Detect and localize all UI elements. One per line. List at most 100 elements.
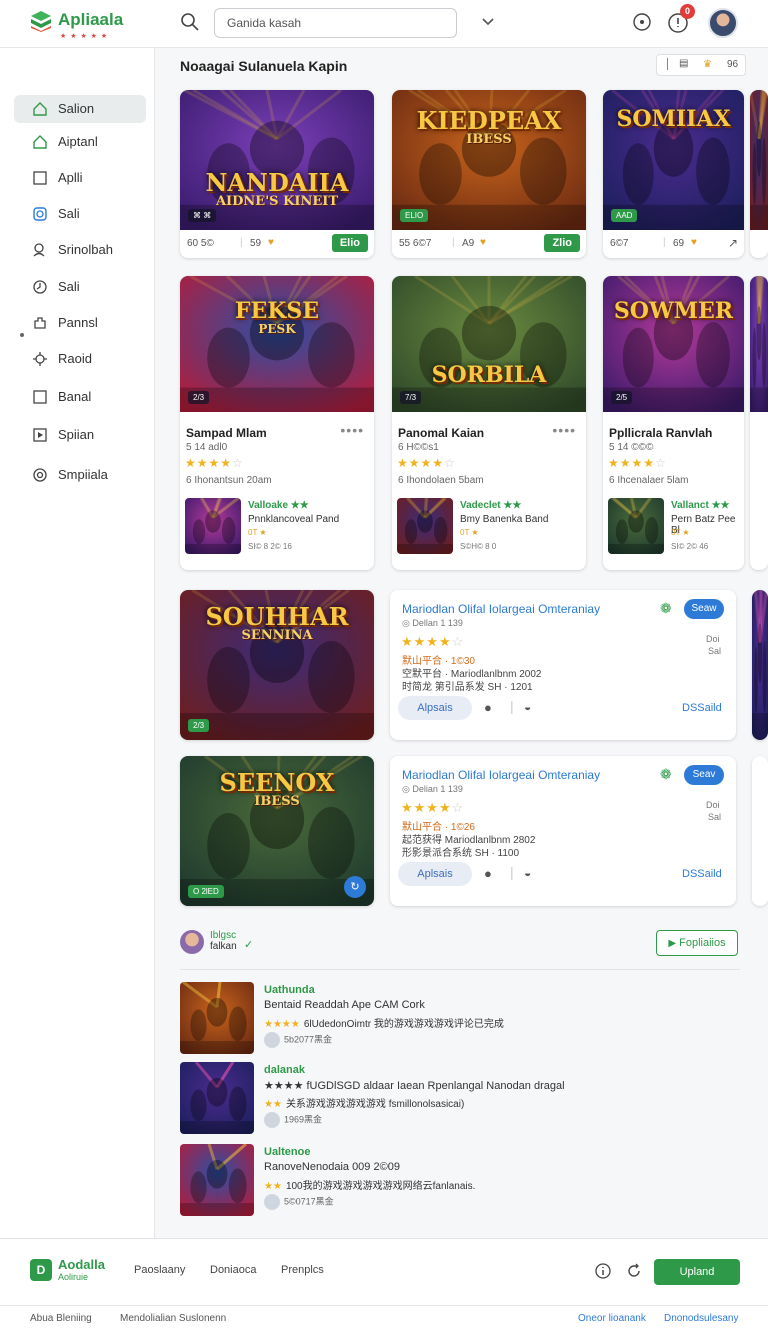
game-cover-image[interactable]: SOWMER 2/5	[603, 276, 744, 412]
sidebar-item-9[interactable]: Banal	[14, 383, 146, 411]
review-stars: ★★ 100我的游戏游戏游戏游戏网络云fanlanais.	[264, 1177, 475, 1192]
game-detail-card[interactable]: SORBILA 7/3 Panomal Kaian •••• 6 H©©s1 ★★★★☆ 6…	[392, 276, 586, 570]
sidebar-item-4[interactable]: Sali	[14, 200, 146, 228]
related-game-thumbnail[interactable]	[397, 498, 453, 554]
game-cover-image[interactable]: FEKSE PESK 2/3	[180, 276, 374, 412]
sidebar-item-1[interactable]: Salion	[14, 95, 146, 123]
comment-icon[interactable]: ●	[484, 700, 492, 715]
related-game-rating: 0T ★	[671, 528, 690, 537]
price-badge[interactable]: Elio	[331, 234, 368, 252]
sidebar-item-2[interactable]: Aiptanl	[14, 128, 146, 156]
details-link[interactable]: DSSaild	[682, 868, 722, 880]
game-cover-image[interactable]	[750, 276, 768, 412]
bottom-link-left-2[interactable]: Mendolialian Suslonenn	[120, 1313, 226, 1324]
save-button[interactable]: Seaw	[684, 599, 724, 619]
game-card-peek[interactable]	[750, 276, 768, 570]
details-link[interactable]: DSSaild	[682, 702, 722, 714]
bookmark-icon[interactable]: ↗	[728, 236, 738, 250]
game-cover-image[interactable]: SORBILA 7/3	[392, 276, 586, 412]
save-button[interactable]: Seav	[684, 765, 724, 785]
game-card[interactable]: NANDAIIA AIDNE'S KINEIT ⌘ ⌘ 60 5© | 59 ♥ Elio	[180, 90, 374, 258]
downloads-count: 60 5©	[187, 238, 214, 249]
comment-icon[interactable]: ●	[484, 866, 492, 881]
details-pill-button[interactable]: Aplsais	[398, 862, 472, 886]
sidebar-item-6[interactable]: Sali	[14, 273, 146, 301]
featured-game-card[interactable]: SEENOX IBESS O 2lED ↻	[180, 756, 374, 906]
reviewer-avatar[interactable]	[180, 930, 204, 954]
sidebar-item-3[interactable]: Aplli	[14, 164, 146, 192]
review-game-thumbnail[interactable]	[180, 1062, 254, 1134]
details-pill-button[interactable]: Alpsais	[398, 696, 472, 720]
featured-cover-image[interactable]: SOUHHAR SENNINA 2/3	[180, 590, 374, 740]
view-toggle-1-icon[interactable]: │	[665, 59, 671, 70]
footer-link-1[interactable]: Paoslaany	[134, 1264, 185, 1276]
review-game-thumbnail[interactable]	[180, 982, 254, 1054]
list-view-icon[interactable]: ▤	[679, 58, 688, 69]
like-icon: ♥	[268, 237, 274, 248]
game-cover-image[interactable]: NANDAIIA AIDNE'S KINEIT ⌘ ⌘	[180, 90, 374, 230]
detail-title[interactable]: Mariodlan Olifal Iolargeai Omteraniay	[402, 602, 600, 616]
game-card[interactable]: SOMIIAX AAD 6©7 | 69 ♥ ↗	[603, 90, 744, 258]
bottom-link-left-1[interactable]: Abua Bleniing	[30, 1313, 92, 1324]
bottom-link-right-1[interactable]: Oneor lioanank	[578, 1313, 646, 1324]
game-cover-image[interactable]: KIEDPEAX IBESS ELIO	[392, 90, 586, 230]
review-game-title[interactable]: Ualtenoe	[264, 1146, 310, 1158]
related-game-thumbnail[interactable]	[185, 498, 241, 554]
view-toggle-count[interactable]: 96	[727, 59, 738, 70]
related-game-thumbnail[interactable]	[608, 498, 664, 554]
game-detail-panel[interactable]: Mariodlan Olifal Iolargeai Omteraniay ◎ D…	[390, 590, 736, 740]
footer-brand[interactable]: Aodalla	[58, 1257, 105, 1272]
review-user-avatar[interactable]	[264, 1032, 280, 1048]
sidebar-item-5[interactable]: Srinolbah	[14, 236, 146, 264]
review-game-thumbnail[interactable]	[180, 1144, 254, 1216]
related-game-title[interactable]: Vallanct ★★	[671, 500, 730, 511]
sidebar-item-11[interactable]: Smpiiala	[14, 461, 146, 489]
detail-title[interactable]: Mariodlan Olifal Iolargeai Omteraniay	[402, 768, 600, 782]
help-icon[interactable]	[632, 12, 652, 32]
share-icon[interactable]: ◒	[524, 866, 531, 880]
more-options-icon[interactable]: ••••	[552, 422, 576, 438]
share-icon[interactable]: ◒	[524, 700, 531, 714]
user-avatar[interactable]	[708, 8, 738, 38]
game-card-peek[interactable]	[750, 90, 768, 258]
detail-card-peek[interactable]	[752, 756, 768, 906]
info-icon[interactable]	[595, 1263, 611, 1279]
review-game-title[interactable]: Uathunda	[264, 984, 315, 996]
game-title[interactable]: Panomal Kaian	[398, 426, 484, 440]
review-user-avatar[interactable]	[264, 1194, 280, 1210]
price-badge[interactable]: Zlio	[544, 234, 580, 252]
play-circle-icon[interactable]: ↻	[344, 876, 366, 898]
featured-game-card[interactable]: SOUHHAR SENNINA 2/3	[180, 590, 374, 740]
refresh-icon[interactable]	[626, 1263, 642, 1279]
game-detail-card[interactable]: SOWMER 2/5 Ppllicrala Ranvlah 5 14 ©©© ★★★★☆…	[603, 276, 744, 570]
game-title[interactable]: Ppllicrala Ranvlah	[609, 426, 712, 440]
related-game-title[interactable]: Valloake ★★	[248, 500, 309, 511]
upload-button[interactable]: Upland	[654, 1259, 740, 1285]
review-star-text: 关系游戏游戏游戏游戏 fsmillonolsasicai)	[285, 1099, 465, 1110]
game-title[interactable]: Sampad Mlam	[186, 426, 267, 440]
cover-tag: 7/3	[400, 391, 422, 404]
review-user-avatar[interactable]	[264, 1112, 280, 1128]
game-card[interactable]: KIEDPEAX IBESS ELIO 55 6©7 | A9 ♥ Zlio	[392, 90, 586, 258]
footer-link-3[interactable]: Prenplcs	[281, 1264, 324, 1276]
sidebar-item-7[interactable]: Pannsl	[14, 309, 146, 337]
game-cover-image[interactable]	[750, 90, 768, 230]
crown-icon[interactable]: ♛	[703, 59, 712, 70]
sidebar-item-8[interactable]: Raoid	[14, 345, 146, 373]
follow-button[interactable]: ▶ Fopliaiios	[656, 930, 738, 956]
game-detail-panel[interactable]: Mariodlan Olifal Iolargeai Omteraniay ◎ D…	[390, 756, 736, 906]
bottom-link-right-2[interactable]: Dnonodsulesany	[664, 1313, 739, 1324]
detail-card-peek[interactable]	[752, 590, 768, 740]
more-options-icon[interactable]: ••••	[340, 422, 364, 438]
featured-cover-image[interactable]: SEENOX IBESS O 2lED ↻	[180, 756, 374, 906]
review-game-title[interactable]: dalanak	[264, 1064, 305, 1076]
app-logo[interactable]: Apliaala ★ ★ ★ ★ ★	[30, 8, 130, 40]
search-icon[interactable]	[180, 12, 200, 32]
footer-link-2[interactable]: Doniaoca	[210, 1264, 256, 1276]
sidebar-item-10[interactable]: Spiian	[14, 421, 146, 449]
chevron-down-icon[interactable]	[480, 14, 496, 30]
game-cover-image[interactable]: SOMIIAX AAD	[603, 90, 744, 230]
search-input[interactable]	[214, 8, 457, 38]
game-detail-card[interactable]: FEKSE PESK 2/3 Sampad Mlam •••• 5 14 adl0 ★★★★…	[180, 276, 374, 570]
related-game-title[interactable]: Vadeclet ★★	[460, 500, 521, 511]
